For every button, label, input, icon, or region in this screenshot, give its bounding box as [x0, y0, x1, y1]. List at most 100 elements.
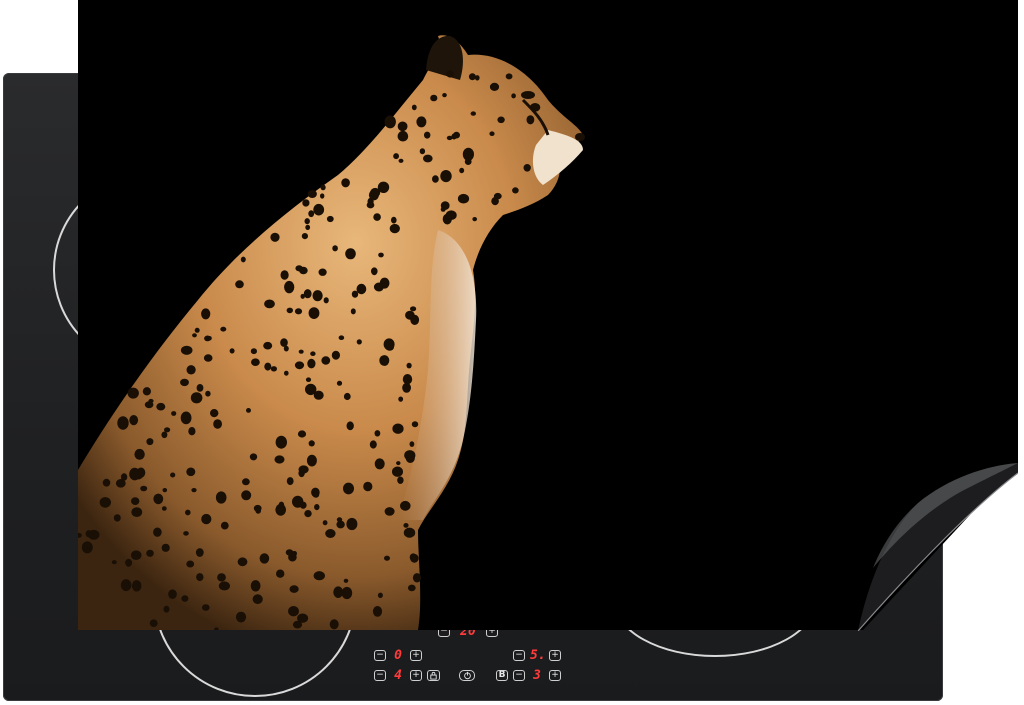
- cheetah-spot: [384, 555, 390, 561]
- cheetah-spot: [385, 342, 395, 351]
- cheetah-spot: [81, 541, 93, 554]
- cheetah-spot: [218, 581, 230, 591]
- cheetah-spot: [305, 383, 317, 396]
- cheetah-spot: [430, 94, 438, 102]
- cheetah-spot: [215, 491, 227, 504]
- cheetah-spot: [336, 520, 345, 529]
- cheetah-spot: [275, 435, 287, 449]
- cheetah-spot: [308, 210, 315, 218]
- cheetah-spot: [305, 377, 312, 383]
- zone1-plus-button[interactable]: +: [410, 650, 422, 661]
- zone3-minus-button[interactable]: −: [513, 650, 525, 661]
- cheetah-spot: [446, 70, 454, 78]
- zone-control-rear-left: − 4 +: [374, 669, 475, 682]
- cheetah-spot: [171, 411, 177, 416]
- cheetah-spot: [384, 507, 395, 516]
- power-icon[interactable]: [459, 670, 475, 681]
- cheetah-spot: [115, 479, 126, 488]
- cheetah-spot: [313, 571, 325, 581]
- cheetah-spot: [251, 358, 260, 367]
- cheetah-spot: [237, 557, 248, 567]
- zone4-plus-button[interactable]: +: [549, 670, 561, 681]
- cheetah-spot: [180, 345, 193, 355]
- lock-icon[interactable]: [427, 670, 440, 681]
- cheetah-spot: [85, 530, 93, 538]
- cheetah-spot: [459, 167, 465, 174]
- cheetah-spot: [336, 517, 343, 522]
- cheetah-spot: [144, 401, 154, 409]
- zone2-minus-button[interactable]: −: [374, 670, 386, 681]
- cheetah-spot: [398, 396, 404, 402]
- cheetah-spot: [210, 409, 219, 418]
- zone1-minus-button[interactable]: −: [374, 650, 386, 661]
- cheetah-spot: [129, 467, 141, 481]
- cheetah-spot: [142, 387, 151, 396]
- cheetah-spot: [341, 178, 350, 188]
- cheetah-spot: [213, 419, 223, 429]
- zone2-plus-button[interactable]: +: [410, 670, 422, 681]
- cheetah-spot: [288, 606, 299, 617]
- cheetah-spot: [402, 382, 411, 393]
- cheetah-spot: [411, 421, 419, 428]
- cheetah-spot: [497, 116, 505, 124]
- cheetah-spot: [229, 348, 235, 354]
- zone3-plus-button[interactable]: +: [549, 650, 561, 661]
- cheetah-spot: [307, 190, 317, 198]
- cheetah-spot: [297, 430, 307, 438]
- zone4-minus-button[interactable]: −: [513, 670, 525, 681]
- cheetah-spot: [149, 619, 158, 627]
- cheetah-spot: [242, 478, 250, 486]
- cheetah-spot: [246, 408, 251, 413]
- cheetah-eye: [521, 91, 535, 99]
- cheetah-spot: [162, 488, 168, 493]
- zone-control-front-right: − 5. +: [513, 649, 561, 662]
- cheetah-spot: [338, 335, 345, 341]
- cheetah-spot: [397, 121, 408, 132]
- cheetah-spot: [396, 461, 401, 466]
- cheetah-spot: [250, 580, 261, 592]
- cheetah-spot: [320, 184, 326, 191]
- cheetah-spot: [205, 390, 211, 397]
- cheetah-spot: [130, 550, 142, 560]
- cheetah-spot: [384, 115, 396, 129]
- boost-button[interactable]: B: [496, 670, 508, 681]
- cheetah-spot: [276, 569, 285, 578]
- cheetah-spot: [489, 131, 495, 136]
- cheetah-spot: [511, 93, 516, 99]
- cheetah-spot: [412, 573, 422, 583]
- cheetah-spot: [196, 573, 204, 582]
- cheetah-spot: [397, 476, 404, 484]
- cheetah-spot: [181, 595, 189, 602]
- cheetah-spot: [252, 594, 263, 605]
- cheetah-spot: [424, 131, 431, 139]
- cheetah-spot: [442, 93, 447, 98]
- cheetah-spot: [102, 478, 111, 487]
- cheetah-spot: [241, 490, 252, 501]
- cheetah-spot: [295, 265, 303, 272]
- cheetah-spot: [407, 584, 416, 592]
- cheetah-spot: [113, 514, 121, 522]
- cheetah-spot: [291, 550, 297, 557]
- cheetah-spot: [220, 521, 229, 530]
- cheetah-spot: [318, 268, 327, 276]
- cheetah-spot: [235, 611, 247, 623]
- cheetah-spot: [180, 378, 189, 387]
- cheetah-spot: [259, 553, 270, 564]
- cheetah-spot: [263, 341, 273, 350]
- cheetah-spot: [345, 248, 356, 260]
- cheetah-spot: [403, 527, 416, 538]
- cheetah-spot: [457, 193, 470, 204]
- cheetah-spot: [341, 586, 353, 600]
- zone-control-front-left: − 0 +: [374, 649, 422, 662]
- cheetah-spot: [280, 270, 289, 280]
- cheetah-spot: [183, 531, 189, 536]
- cheetah-spot: [294, 308, 303, 315]
- cheetah-spot: [312, 290, 323, 302]
- cheetah-spot: [472, 217, 478, 222]
- cheetah-spot: [170, 472, 176, 478]
- cheetah-spot: [286, 307, 293, 314]
- cheetah-spot: [370, 187, 381, 198]
- cheetah-spot: [185, 509, 191, 516]
- cheetah-spot: [313, 203, 325, 216]
- cheetah-spot: [111, 560, 117, 565]
